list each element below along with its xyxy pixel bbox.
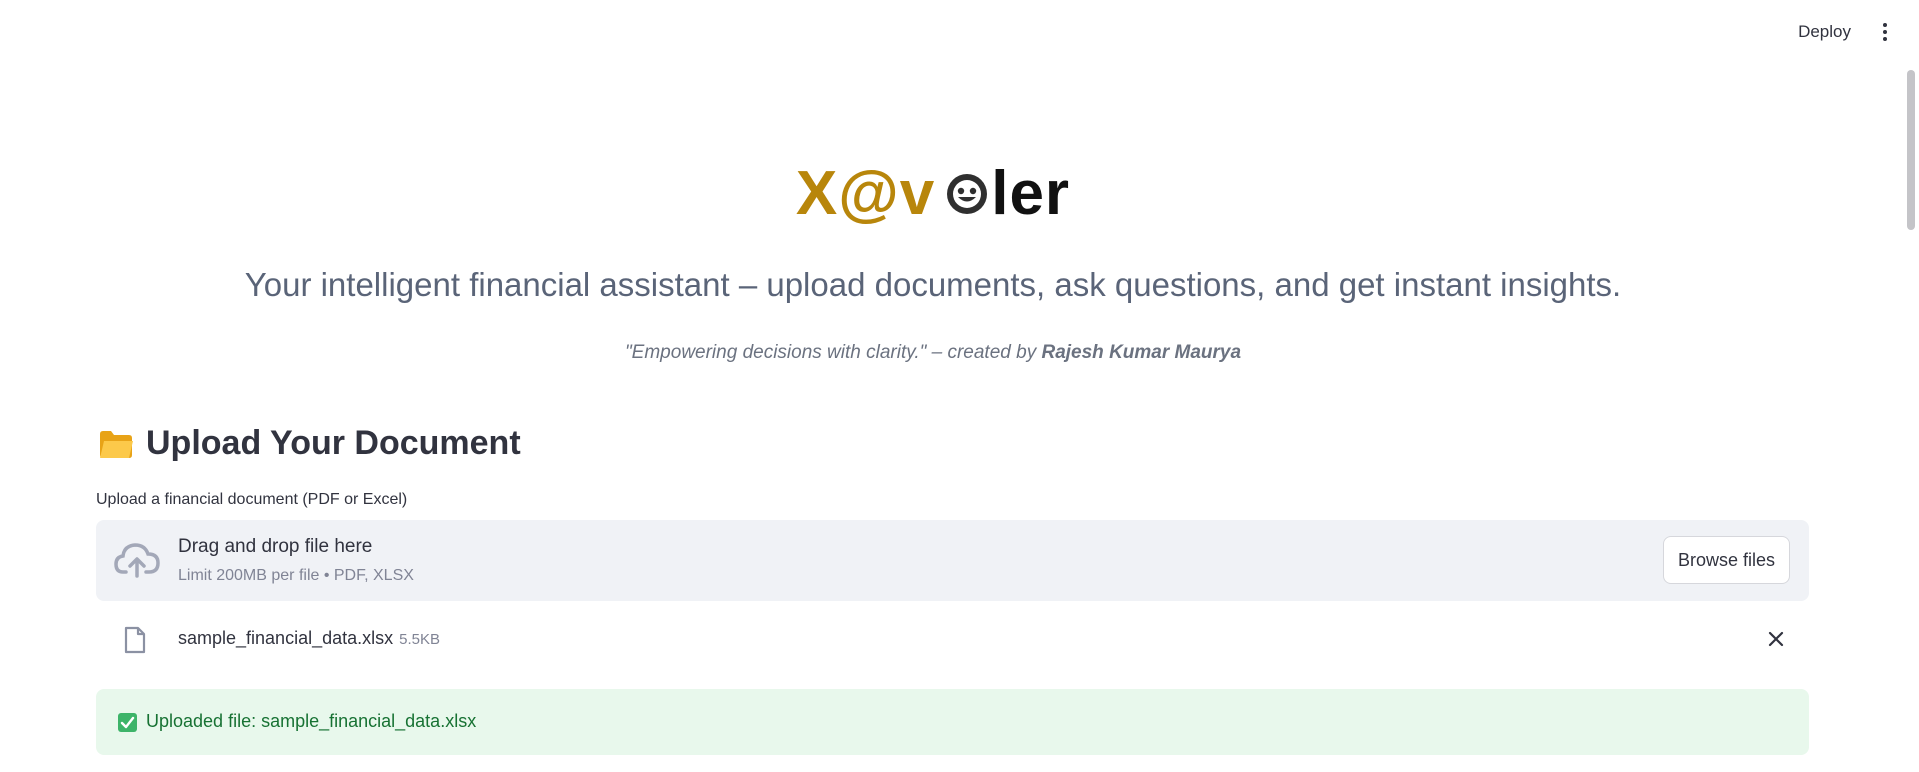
file-name: sample_financial_data.xlsx bbox=[178, 628, 394, 648]
dropzone-limit: Limit 200MB per file • PDF, XLSX bbox=[178, 567, 414, 584]
tagline: Your intelligent financial assistant – u… bbox=[244, 266, 1622, 303]
success-alert: Uploaded file: sample_financial_data.xls… bbox=[96, 689, 1809, 755]
checkbox-check-icon bbox=[118, 713, 137, 732]
browse-files-button[interactable]: Browse files bbox=[1662, 536, 1790, 584]
folder-icon bbox=[100, 430, 133, 458]
file-size: 5.5KB bbox=[399, 631, 440, 648]
scrollbar-thumb[interactable] bbox=[1907, 70, 1915, 230]
deploy-button[interactable]: Deploy bbox=[1798, 22, 1851, 42]
cloud-upload-icon bbox=[114, 538, 160, 587]
smiling-face-icon bbox=[945, 160, 989, 214]
file-dropzone[interactable]: Drag and drop file here Limit 200MB per … bbox=[96, 520, 1809, 601]
top-bar: Deploy bbox=[0, 0, 1919, 64]
kebab-menu-icon[interactable] bbox=[1881, 23, 1889, 43]
logo-text-part1: X@v bbox=[795, 159, 936, 228]
quote: "Empowering decisions with clarity." – c… bbox=[0, 342, 1866, 364]
section-heading: Upload Your Document bbox=[98, 424, 521, 463]
section-heading-text: Upload Your Document bbox=[146, 424, 521, 462]
file-name-wrap: sample_financial_data.xlsx 5.5KB bbox=[178, 628, 440, 649]
logo-text-part2: ler bbox=[991, 159, 1071, 228]
success-message: Uploaded file: sample_financial_data.xls… bbox=[146, 711, 477, 731]
uploaded-file-row: sample_financial_data.xlsx 5.5KB bbox=[96, 614, 1809, 664]
quote-text: "Empowering decisions with clarity." – c… bbox=[624, 342, 1037, 363]
app-logo: X@v ler bbox=[0, 158, 1866, 229]
author-name: Rajesh Kumar Maurya bbox=[1041, 342, 1242, 363]
dropzone-title: Drag and drop file here bbox=[178, 536, 373, 557]
upload-label: Upload a financial document (PDF or Exce… bbox=[96, 491, 408, 508]
file-icon bbox=[124, 626, 146, 659]
close-icon[interactable] bbox=[1767, 630, 1785, 648]
